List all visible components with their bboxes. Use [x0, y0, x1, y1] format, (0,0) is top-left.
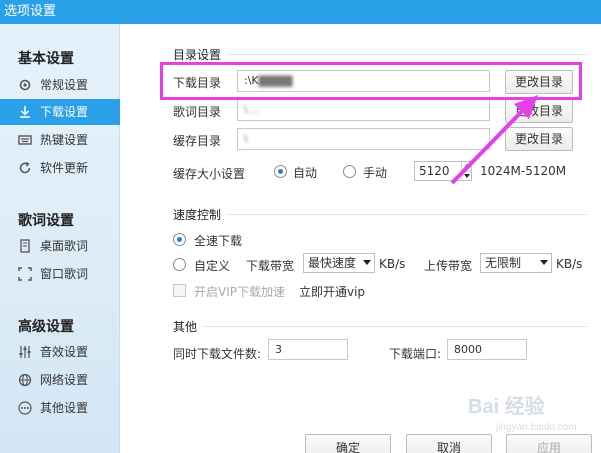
stepper-up-icon[interactable] — [461, 162, 471, 171]
sidebar-item-label: 桌面歌词 — [40, 239, 89, 253]
sidebar-item-desktop-lyrics[interactable]: 桌面歌词 — [0, 233, 120, 259]
cache-size-stepper[interactable]: 5120 — [414, 161, 472, 181]
sidebar-item-update[interactable]: 软件更新 — [0, 155, 120, 181]
cache-dir-field[interactable]: \ — [237, 128, 490, 150]
window-lyrics-icon — [18, 267, 32, 281]
lyrics-dir-field[interactable]: \ .. — [237, 99, 490, 121]
cache-auto-radio[interactable] — [274, 165, 287, 178]
sidebar-item-label: 下载设置 — [40, 105, 89, 119]
change-lyrics-dir-button[interactable]: 更改目录 — [505, 99, 573, 123]
cache-size-label: 缓存大小设置 — [173, 167, 246, 181]
section-divider — [203, 326, 587, 327]
cache-dir-label: 缓存目录 — [173, 134, 222, 148]
custom-speed-radio[interactable] — [173, 258, 186, 271]
sidebar-item-label: 网络设置 — [40, 373, 89, 387]
sidebar-item-other[interactable]: 其他设置 — [0, 395, 120, 421]
window-title: 选项设置 — [0, 0, 601, 24]
concurrent-downloads-field[interactable]: 3 — [268, 339, 348, 360]
watermark-logo: Bai 经验 jingyan.baidu.com — [468, 396, 577, 433]
cache-auto-label: 自动 — [293, 166, 318, 180]
stepper-down-icon[interactable] — [461, 171, 471, 180]
sidebar: 基本设置 常规设置 下载设置 热键设置 软件更新 歌词设置 桌面歌词 窗口歌词 … — [0, 24, 120, 453]
sidebar-item-label: 软件更新 — [40, 161, 89, 175]
sidebar-group-lyrics: 歌词设置 — [18, 213, 74, 229]
sidebar-item-download[interactable]: 下载设置 — [0, 99, 120, 125]
concurrent-downloads-label: 同时下载文件数: — [173, 347, 262, 361]
sidebar-group-basic: 基本设置 — [18, 51, 74, 67]
dropdown-arrow-icon — [540, 260, 548, 265]
change-cache-dir-button[interactable]: 更改目录 — [505, 127, 573, 151]
sidebar-item-sound-effects[interactable]: 音效设置 — [0, 339, 120, 365]
section-title-speed: 速度控制 — [173, 208, 222, 222]
section-divider — [227, 214, 587, 215]
network-icon — [18, 373, 32, 387]
lyrics-dir-label: 歌词目录 — [173, 105, 222, 119]
sidebar-item-hotkeys[interactable]: 热键设置 — [0, 127, 120, 153]
ok-button[interactable]: 确定 — [305, 434, 391, 453]
section-title-directory: 目录设置 — [173, 48, 222, 62]
cache-size-range: 1024M-5120M — [480, 164, 567, 178]
download-bandwidth-select[interactable]: 最快速度 — [303, 253, 375, 273]
vip-accel-checkbox[interactable] — [173, 284, 186, 297]
vip-subscribe-link[interactable]: 立即开通vip — [299, 283, 365, 300]
sidebar-group-advanced: 高级设置 — [18, 319, 74, 335]
upload-bandwidth-select[interactable]: 无限制 — [480, 253, 552, 273]
full-speed-label: 全速下载 — [194, 234, 243, 248]
download-bandwidth-unit: KB/s — [379, 257, 406, 271]
upload-bandwidth-label: 上传带宽 — [424, 259, 473, 273]
cache-manual-radio[interactable] — [343, 165, 356, 178]
annotation-highlight-box — [160, 62, 582, 100]
download-bandwidth-label: 下载带宽 — [246, 259, 295, 273]
full-speed-radio[interactable] — [173, 233, 186, 246]
sidebar-item-general[interactable]: 常规设置 — [0, 72, 120, 98]
sidebar-item-label: 窗口歌词 — [40, 267, 89, 281]
sidebar-item-label: 其他设置 — [40, 401, 89, 415]
gear-icon — [18, 78, 32, 92]
sidebar-item-label: 音效设置 — [40, 345, 89, 359]
keyboard-icon — [18, 133, 32, 147]
section-divider — [227, 54, 587, 55]
download-icon — [18, 105, 32, 119]
refresh-icon — [18, 161, 32, 175]
more-icon — [18, 401, 32, 415]
section-title-other: 其他 — [173, 320, 198, 334]
desktop-lyrics-icon — [18, 239, 32, 253]
sidebar-item-window-lyrics[interactable]: 窗口歌词 — [0, 261, 120, 287]
equalizer-icon — [18, 345, 32, 359]
download-port-field[interactable]: 8000 — [447, 339, 527, 360]
sidebar-item-label: 常规设置 — [40, 78, 89, 92]
dropdown-arrow-icon — [363, 260, 371, 265]
vip-accel-label: 开启VIP下载加速 — [194, 285, 285, 299]
download-port-label: 下载端口: — [389, 347, 442, 361]
cache-manual-label: 手动 — [363, 166, 388, 180]
sidebar-item-label: 热键设置 — [40, 133, 89, 147]
custom-speed-label: 自定义 — [194, 259, 231, 273]
upload-bandwidth-unit: KB/s — [556, 257, 583, 271]
sidebar-item-network[interactable]: 网络设置 — [0, 367, 120, 393]
